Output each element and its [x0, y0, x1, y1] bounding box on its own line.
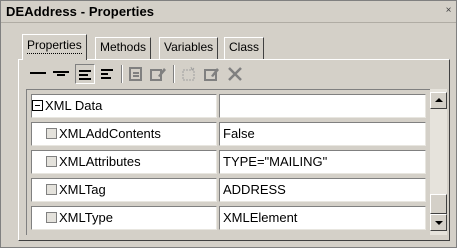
tab-methods[interactable]: Methods: [95, 37, 152, 59]
collapse-toggle-icon[interactable]: [32, 100, 43, 112]
property-pages-icon: [126, 64, 146, 84]
property-icon: [46, 212, 57, 224]
scroll-up-button[interactable]: [430, 92, 447, 109]
scroll-thumb[interactable]: [430, 194, 447, 214]
property-row[interactable]: XMLAttributes TYPE="MAILING": [27, 148, 430, 176]
property-icon: [46, 156, 57, 168]
property-row[interactable]: XMLAddContents False: [27, 120, 430, 148]
tab-properties-label: Properties: [27, 38, 82, 54]
toolbar-separator: [173, 65, 175, 83]
property-icon: [46, 184, 57, 196]
tab-class[interactable]: Class: [224, 37, 265, 59]
align-long-dash-icon[interactable]: [28, 64, 48, 84]
property-value-field[interactable]: ADDRESS: [219, 178, 426, 202]
new-item-icon: [179, 64, 199, 84]
property-name-cell[interactable]: XMLTag: [31, 178, 217, 202]
property-value-field[interactable]: XMLElement: [219, 206, 426, 230]
arrow-down-icon: [435, 221, 443, 225]
property-name: XMLAttributes: [59, 154, 141, 169]
alphabetic-view-icon[interactable]: [97, 64, 117, 84]
toolbar-separator: [121, 65, 123, 83]
property-name-cell[interactable]: XMLAttributes: [31, 150, 217, 174]
property-name-cell[interactable]: XMLType: [31, 206, 217, 230]
toolbar: [26, 62, 446, 86]
group-value-cell: [219, 94, 426, 118]
align-short-dash-icon[interactable]: [51, 64, 71, 84]
property-name: XMLAddContents: [59, 126, 161, 141]
window-title: DEAddress - Properties: [6, 4, 155, 19]
tab-properties[interactable]: Properties: [22, 34, 87, 60]
group-row-xml-data[interactable]: XML Data: [27, 92, 430, 120]
vertical-scrollbar[interactable]: [430, 89, 447, 235]
property-name: XMLType: [59, 210, 113, 225]
delete-icon: [225, 64, 245, 84]
group-name: XML Data: [45, 98, 103, 113]
edit-properties-icon: [148, 64, 168, 84]
property-grid: XML Data XMLAddContents False XMLAttribu…: [26, 89, 430, 235]
property-icon: [46, 128, 57, 140]
tab-class-label: Class: [229, 40, 260, 54]
close-icon[interactable]: ×: [444, 6, 453, 16]
property-row[interactable]: XMLType XMLElement: [27, 204, 430, 232]
property-value-field[interactable]: False: [219, 122, 426, 146]
property-row[interactable]: XMLTag ADDRESS: [27, 176, 430, 204]
tab-variables-label: Variables: [164, 40, 214, 54]
arrow-up-icon: [435, 98, 443, 102]
property-name-cell[interactable]: XMLAddContents: [31, 122, 217, 146]
edit-item-icon: [202, 64, 222, 84]
property-value-field[interactable]: TYPE="MAILING": [219, 150, 426, 174]
property-name-cell[interactable]: XML Data: [31, 94, 217, 118]
scroll-down-button[interactable]: [430, 214, 447, 231]
title-bar[interactable]: DEAddress - Properties ×: [1, 1, 456, 23]
property-name: XMLTag: [59, 182, 106, 197]
tab-variables[interactable]: Variables: [159, 37, 219, 59]
tab-methods-label: Methods: [100, 40, 147, 54]
categorized-view-icon[interactable]: [75, 64, 95, 84]
